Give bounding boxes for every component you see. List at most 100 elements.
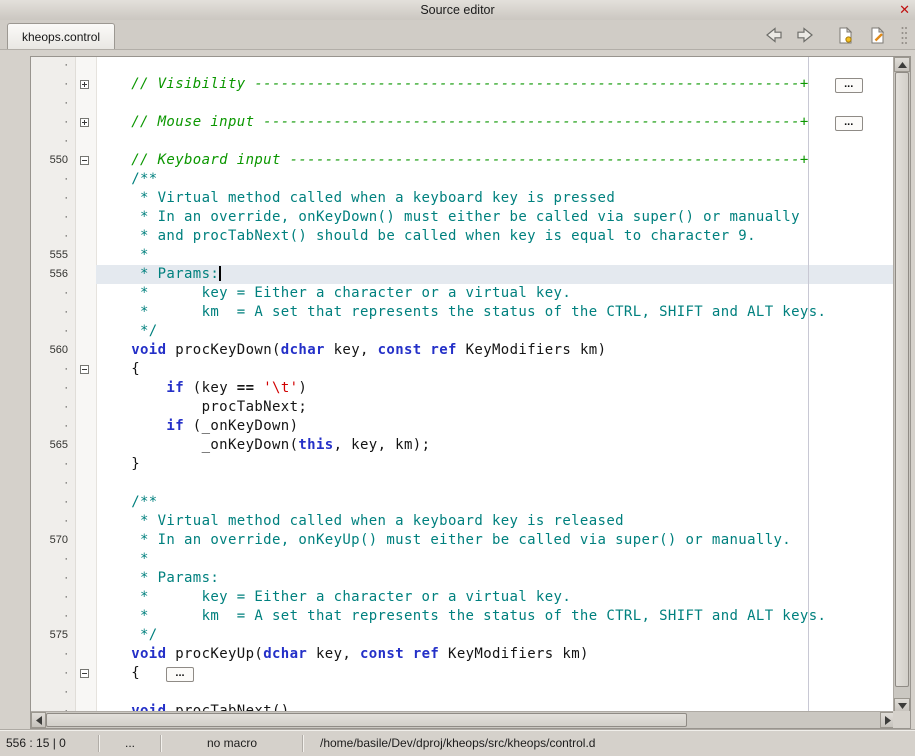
code-line[interactable]: · {... xyxy=(31,664,893,683)
code-line[interactable]: · if (key == '\t') xyxy=(31,379,893,398)
window-title: Source editor xyxy=(420,3,494,17)
code-line[interactable]: 550 // Keyboard input ------------------… xyxy=(31,151,893,170)
code-rows: ·· // Visibility -----------------------… xyxy=(31,57,893,711)
code-line[interactable]: · procTabNext; xyxy=(31,398,893,417)
vertical-scrollbar[interactable] xyxy=(893,57,910,713)
line-number: · xyxy=(31,569,75,588)
code-line[interactable]: · * xyxy=(31,550,893,569)
line-number: · xyxy=(31,398,75,417)
code-line[interactable]: · xyxy=(31,94,893,113)
code-line[interactable]: 555 * xyxy=(31,246,893,265)
code-line[interactable]: · void procKeyUp(dchar key, const ref Ke… xyxy=(31,645,893,664)
line-number: 575 xyxy=(31,626,75,645)
code-line[interactable]: · * In an override, onKeyDown() must eit… xyxy=(31,208,893,227)
macro-status: no macro xyxy=(162,736,302,750)
fold-gutter xyxy=(75,455,96,474)
code-line[interactable]: · xyxy=(31,683,893,702)
editor-toolbar xyxy=(763,24,909,46)
line-number: 560 xyxy=(31,341,75,360)
fold-gutter[interactable] xyxy=(75,151,96,170)
line-number: 565 xyxy=(31,436,75,455)
code-line[interactable]: · xyxy=(31,132,893,151)
scroll-left-arrow[interactable] xyxy=(31,712,46,728)
code-line[interactable]: 556 * Params: xyxy=(31,265,893,284)
line-number: · xyxy=(31,189,75,208)
jump-back-icon[interactable] xyxy=(763,26,783,44)
fold-gutter xyxy=(75,170,96,189)
text-caret xyxy=(219,266,221,281)
titlebar: Source editor ✕ xyxy=(0,0,915,21)
line-number: · xyxy=(31,57,75,75)
code-line[interactable]: · * Params: xyxy=(31,569,893,588)
line-number: · xyxy=(31,455,75,474)
fold-gutter xyxy=(75,626,96,645)
fold-gutter xyxy=(75,57,96,75)
fold-gutter[interactable] xyxy=(75,360,96,379)
fold-collapse-icon[interactable] xyxy=(80,365,89,374)
fold-gutter xyxy=(75,227,96,246)
fold-gutter xyxy=(75,588,96,607)
line-number: · xyxy=(31,474,75,493)
fold-gutter[interactable] xyxy=(75,113,96,132)
code-text: * In an override, onKeyDown() must eithe… xyxy=(96,208,893,227)
code-line[interactable]: · // Mouse input -----------------------… xyxy=(31,113,893,132)
fold-gutter xyxy=(75,645,96,664)
vertical-scroll-thumb[interactable] xyxy=(895,72,909,687)
fold-gutter xyxy=(75,303,96,322)
code-line[interactable]: · void procTabNext() xyxy=(31,702,893,712)
code-line[interactable]: · xyxy=(31,474,893,493)
line-number: · xyxy=(31,379,75,398)
horizontal-scrollbar[interactable] xyxy=(31,711,895,728)
code-text: */ xyxy=(96,626,893,645)
line-number: · xyxy=(31,360,75,379)
tab-kheops-control[interactable]: kheops.control xyxy=(7,23,115,49)
document-icon[interactable] xyxy=(835,26,855,44)
document-edit-icon[interactable] xyxy=(867,26,887,44)
code-line[interactable]: · xyxy=(31,57,893,75)
code-line[interactable]: · * key = Either a character or a virtua… xyxy=(31,284,893,303)
toolbar-grip-handle[interactable] xyxy=(899,26,909,44)
fold-collapse-icon[interactable] xyxy=(80,669,89,678)
fold-gutter xyxy=(75,531,96,550)
scroll-up-arrow[interactable] xyxy=(894,57,910,72)
fold-gutter xyxy=(75,417,96,436)
line-number: 550 xyxy=(31,151,75,170)
code-line[interactable]: 560 void procKeyDown(dchar key, const re… xyxy=(31,341,893,360)
line-number: · xyxy=(31,702,75,712)
tabbar: kheops.control xyxy=(0,20,915,50)
code-line[interactable]: · } xyxy=(31,455,893,474)
line-number: · xyxy=(31,303,75,322)
code-line[interactable]: · */ xyxy=(31,322,893,341)
code-line[interactable]: · * km = A set that represents the statu… xyxy=(31,303,893,322)
code-line[interactable]: · // Visibility ------------------------… xyxy=(31,75,893,94)
folded-code-ellipsis[interactable]: ... xyxy=(166,667,194,682)
fold-expand-icon[interactable] xyxy=(80,118,89,127)
code-line[interactable]: 575 */ xyxy=(31,626,893,645)
code-line[interactable]: · { xyxy=(31,360,893,379)
code-line[interactable]: · /** xyxy=(31,170,893,189)
fold-gutter[interactable] xyxy=(75,664,96,683)
code-line[interactable]: · * Virtual method called when a keyboar… xyxy=(31,189,893,208)
horizontal-scroll-thumb[interactable] xyxy=(46,713,687,727)
code-line[interactable]: · if (_onKeyDown) xyxy=(31,417,893,436)
code-line[interactable]: 570 * In an override, onKeyUp() must eit… xyxy=(31,531,893,550)
fold-gutter[interactable] xyxy=(75,75,96,94)
code-line[interactable]: · * and procTabNext() should be called w… xyxy=(31,227,893,246)
code-line[interactable]: · /** xyxy=(31,493,893,512)
code-text: * km = A set that represents the status … xyxy=(96,607,893,626)
code-line[interactable]: · * km = A set that represents the statu… xyxy=(31,607,893,626)
fold-gutter xyxy=(75,132,96,151)
code-line[interactable]: 565 _onKeyDown(this, key, km); xyxy=(31,436,893,455)
close-icon[interactable]: ✕ xyxy=(899,1,910,19)
fold-collapse-icon[interactable] xyxy=(80,156,89,165)
fold-expand-icon[interactable] xyxy=(80,80,89,89)
file-path: /home/basile/Dev/dproj/kheops/src/kheops… xyxy=(304,736,915,750)
folded-code-ellipsis[interactable]: ... xyxy=(835,78,863,93)
code-line[interactable]: · * key = Either a character or a virtua… xyxy=(31,588,893,607)
code-line[interactable]: · * Virtual method called when a keyboar… xyxy=(31,512,893,531)
code-text: /** xyxy=(96,493,893,512)
code-text: * In an override, onKeyUp() must either … xyxy=(96,531,893,550)
jump-forward-icon[interactable] xyxy=(795,26,815,44)
folded-code-ellipsis[interactable]: ... xyxy=(835,116,863,131)
code-text: { xyxy=(96,360,893,379)
